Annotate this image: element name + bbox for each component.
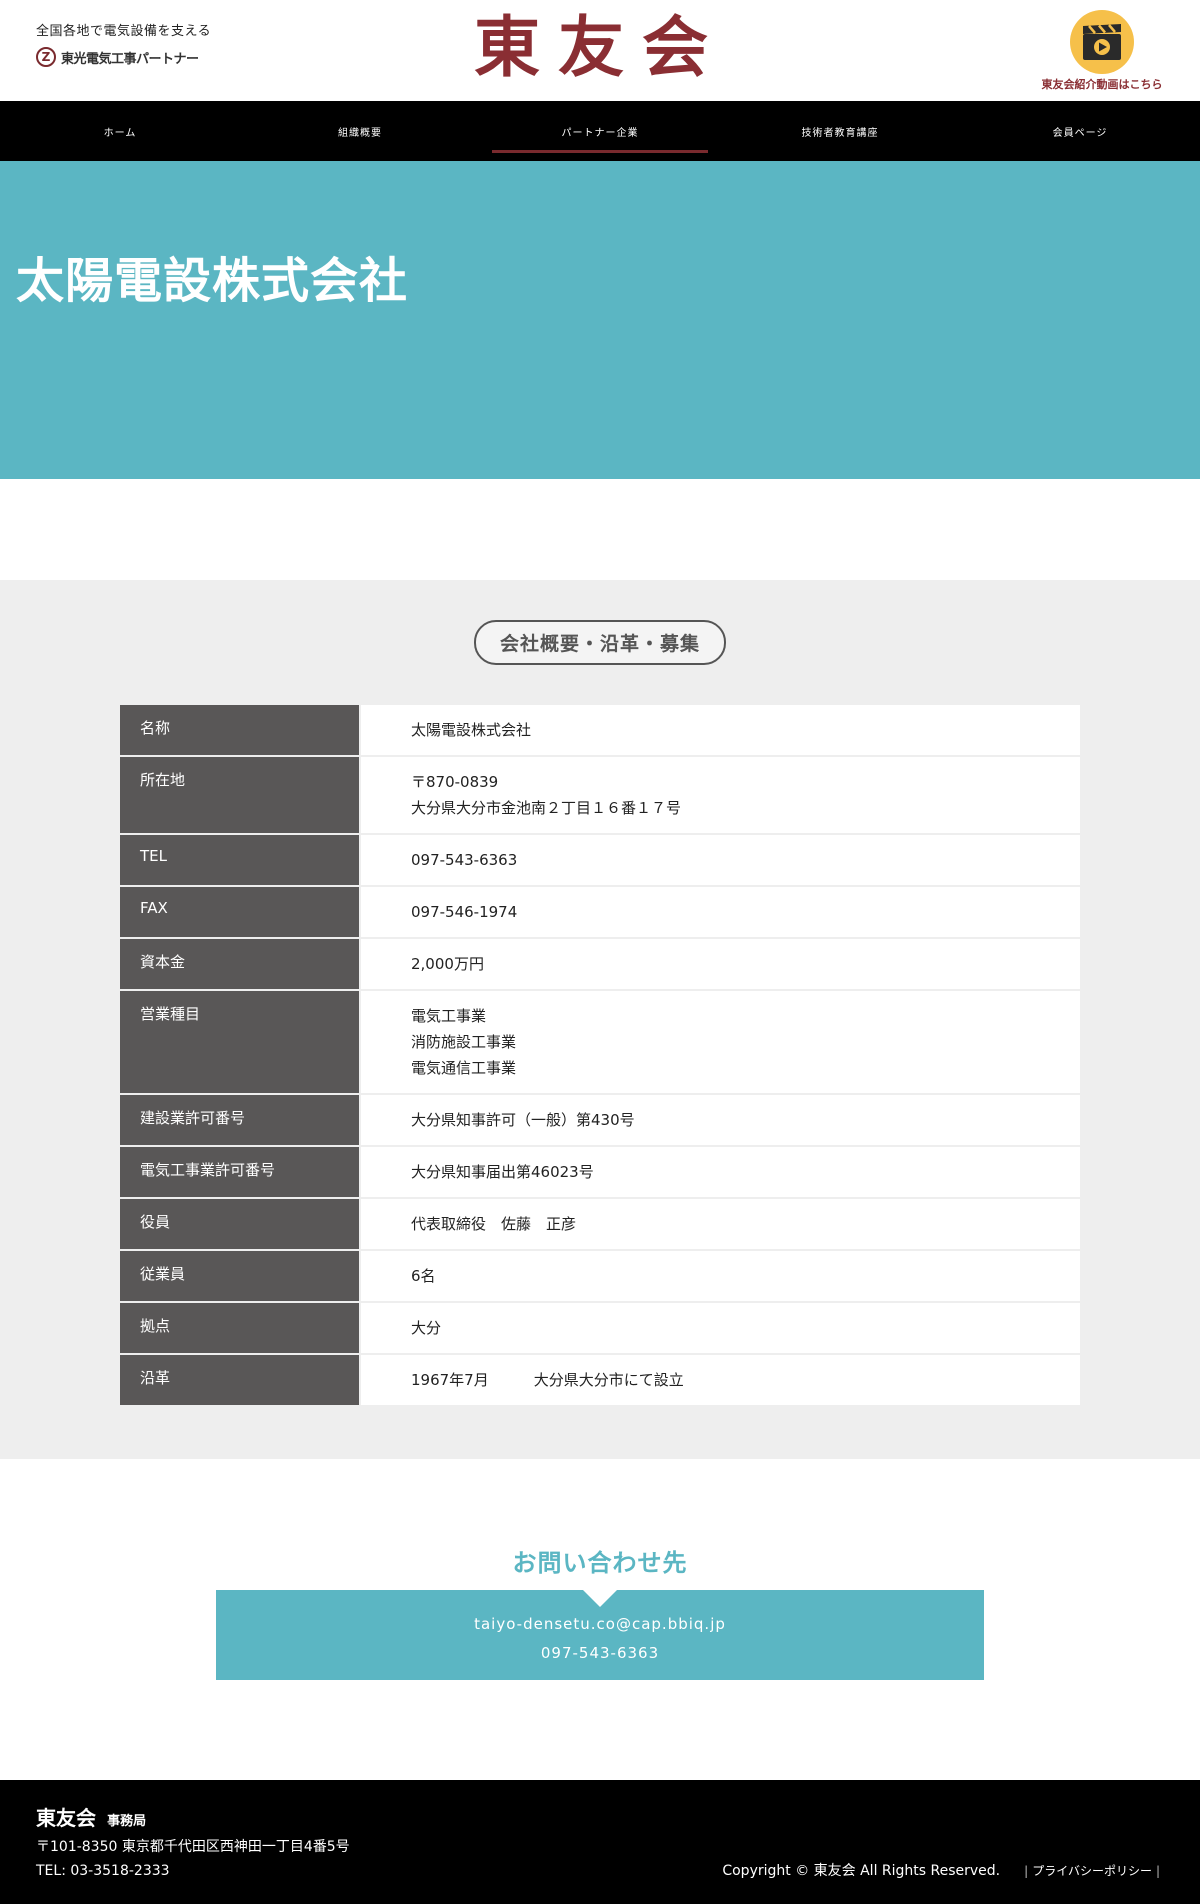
row-label: 所在地 [120, 756, 361, 834]
table-row: 従業員 6名 [120, 1250, 1080, 1302]
row-value: 電気工事業消防施設工事業 電気通信工事業 [360, 990, 1080, 1094]
row-value: 〒870-0839 大分県大分市金池南２丁目１６番１７号 [360, 756, 1080, 834]
contact-email-link[interactable]: taiyo-densetu.co@cap.bbiq.jp [216, 1610, 984, 1639]
section-heading: 会社概要・沿革・募集 [473, 620, 726, 665]
row-value: 大分県知事届出第46023号 [360, 1146, 1080, 1198]
table-row: 資本金 2,000万円 [120, 938, 1080, 990]
row-label: 資本金 [120, 938, 361, 990]
row-value-line: 6名 [411, 1267, 436, 1285]
row-value: 6名 [360, 1250, 1080, 1302]
contact-section: お問い合わせ先 taiyo-densetu.co@cap.bbiq.jp 097… [0, 1459, 1200, 1780]
row-label: 名称 [120, 705, 361, 756]
row-value: 大分県知事許可（一般）第430号 [360, 1094, 1080, 1146]
row-value-line: 2,000万円 [411, 955, 484, 973]
site-header: 全国各地で電気設備を支える Z 東光電気工事パートナー 東友会 東友会紹介動画は… [0, 0, 1200, 101]
contact-title: お問い合わせ先 [512, 1549, 688, 1577]
footer-org-name: 東友会 [36, 1806, 96, 1830]
nav-item-training[interactable]: 技術者教育講座 [720, 101, 960, 161]
table-row: TEL 097-543-6363 [120, 834, 1080, 886]
row-value-line: 太陽電設株式会社 [411, 721, 532, 739]
footer-org: 東友会 事務局 〒101-8350 東京都千代田区西神田一丁目4番5号 TEL:… [36, 1802, 350, 1883]
row-label: 従業員 [120, 1250, 361, 1302]
row-value-line: 電気通信工事業 [411, 1059, 517, 1077]
footer-tel: TEL: 03-3518-2333 [36, 1863, 170, 1879]
table-row: FAX 097-546-1974 [120, 886, 1080, 938]
company-info-table: 名称 太陽電設株式会社所在地 〒870-0839 大分県大分市金池南２丁目１６番１７号… [120, 705, 1080, 1407]
clapperboard-play-icon [1070, 10, 1134, 74]
global-nav: ホーム 組織概要 パートナー企業 技術者教育講座 会員ページ [0, 101, 1200, 161]
spacer [0, 479, 1200, 580]
row-value-line: 代表取締役 佐藤 正彦 [411, 1215, 577, 1233]
table-row: 沿革 1967年7月 大分県大分市にて設立 [120, 1354, 1080, 1406]
row-label: 沿革 [120, 1354, 361, 1406]
row-label: 電気工事業許可番号 [120, 1146, 361, 1198]
site-footer: 東友会 事務局 〒101-8350 東京都千代田区西神田一丁目4番5号 TEL:… [0, 1780, 1200, 1904]
company-info-section: 会社概要・沿革・募集 名称 太陽電設株式会社所在地 〒870-0839 大分県大分市金… [0, 580, 1200, 1459]
row-value-line: 消防施設工事業 [411, 1033, 517, 1051]
nav-item-members[interactable]: 会員ページ [960, 101, 1200, 161]
contact-phone: 097-543-6363 [540, 1644, 660, 1662]
nav-item-partners[interactable]: パートナー企業 [480, 101, 720, 161]
table-row: 建設業許可番号 大分県知事許可（一般）第430号 [120, 1094, 1080, 1146]
table-row: 営業種目 電気工事業 消防施設工事業 電気通信工事業 [120, 990, 1080, 1094]
row-value: 太陽電設株式会社 [360, 705, 1080, 756]
contact-box: taiyo-densetu.co@cap.bbiq.jp 097-543-636… [216, 1589, 984, 1680]
footer-right: Copyright © 東友会 All Rights Reserved. | プラ… [722, 1860, 1164, 1880]
row-label: 拠点 [120, 1302, 361, 1354]
row-value-line: 〒870-0839 [411, 773, 499, 791]
row-value: 097-543-6363 [360, 834, 1080, 886]
table-row: 名称 太陽電設株式会社 [120, 705, 1080, 756]
row-value-line: 097-546-1974 [411, 903, 518, 921]
intro-video-link[interactable]: 東友会紹介動画はこちら [1040, 10, 1164, 92]
row-value-line: 大分 [411, 1319, 442, 1337]
footer-office-label: 事務局 [107, 1814, 147, 1829]
table-row: 所在地 〒870-0839 大分県大分市金池南２丁目１６番１７号 [120, 756, 1080, 834]
intro-video-label: 東友会紹介動画はこちら [1041, 78, 1163, 91]
row-label: FAX [120, 886, 361, 938]
hero-banner: 太陽電設株式会社 [0, 161, 1200, 479]
separator: | [1024, 1863, 1029, 1878]
row-label: 役員 [120, 1198, 361, 1250]
nav-item-organization[interactable]: 組織概要 [240, 101, 480, 161]
table-row: 電気工事業許可番号 大分県知事届出第46023号 [120, 1146, 1080, 1198]
row-value: 1967年7月 大分県大分市にて設立 [360, 1354, 1080, 1406]
row-value-line: 大分県知事許可（一般）第430号 [411, 1111, 635, 1129]
row-value: 2,000万円 [360, 938, 1080, 990]
row-value: 097-546-1974 [360, 886, 1080, 938]
row-value: 代表取締役 佐藤 正彦 [360, 1198, 1080, 1250]
table-row: 役員 代表取締役 佐藤 正彦 [120, 1198, 1080, 1250]
row-value-line: 電気工事業 [411, 1007, 487, 1025]
row-value-line: 大分県大分市金池南２丁目１６番１７号 [411, 799, 682, 817]
row-label: 営業種目 [120, 990, 361, 1094]
table-row: 拠点 大分 [120, 1302, 1080, 1354]
site-logo[interactable]: 東友会 [0, 11, 1200, 84]
nav-item-home[interactable]: ホーム [0, 101, 240, 161]
row-value-line: 大分県知事届出第46023号 [411, 1163, 594, 1181]
page-title: 太陽電設株式会社 [16, 253, 409, 309]
row-value: 大分 [360, 1302, 1080, 1354]
row-label: TEL [120, 834, 361, 886]
privacy-policy-label: プライバシーポリシー [1032, 1863, 1152, 1878]
row-label: 建設業許可番号 [120, 1094, 361, 1146]
separator: | [1155, 1863, 1160, 1878]
copyright: Copyright © 東友会 All Rights Reserved. [722, 1863, 1001, 1879]
privacy-policy-link[interactable]: | プライバシーポリシー | [1020, 1862, 1164, 1879]
footer-address: 〒101-8350 東京都千代田区西神田一丁目4番5号 [36, 1839, 350, 1855]
row-value-line: 097-543-6363 [411, 851, 518, 869]
row-value-line: 1967年7月 大分県大分市にて設立 [411, 1371, 684, 1389]
